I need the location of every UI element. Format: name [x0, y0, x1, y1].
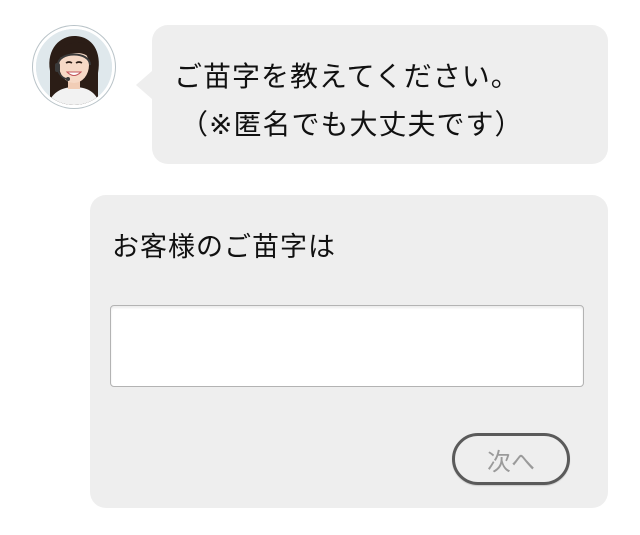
operator-avatar-graphic [36, 29, 112, 105]
operator-message-line1: ご苗字を教えてください。 [174, 60, 520, 93]
surname-input[interactable] [110, 305, 584, 387]
speech-bubble-tail [136, 71, 152, 99]
operator-message-line2: （※匿名でも大丈夫です） [180, 108, 524, 141]
surname-label: お客様のご苗字は [112, 232, 336, 263]
next-button[interactable]: 次へ [452, 433, 570, 485]
operator-speech-bubble: ご苗字を教えてください。 （※匿名でも大丈夫です） [136, 25, 608, 164]
operator-avatar-icon [33, 26, 115, 108]
surname-form-card: お客様のご苗字は 次へ [90, 195, 608, 508]
